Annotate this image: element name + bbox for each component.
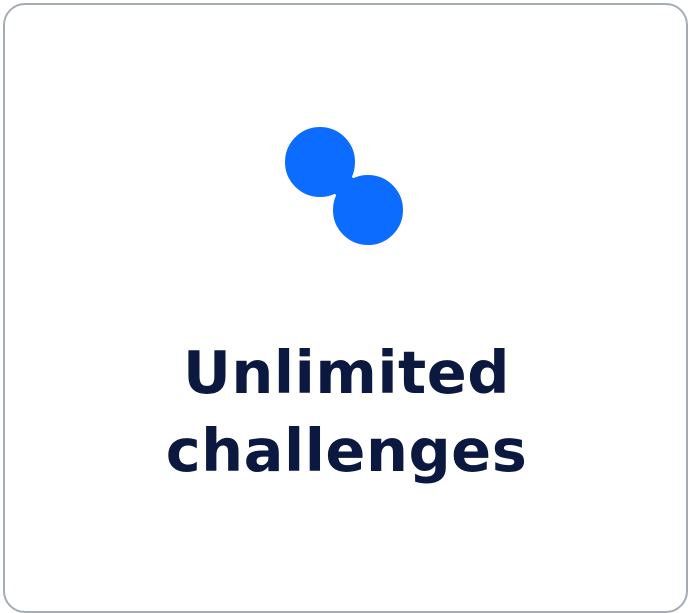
feature-title-line-1: Unlimited xyxy=(182,338,510,407)
infinity-link-icon xyxy=(277,119,417,254)
feature-card xyxy=(3,3,688,613)
feature-title: Unlimited challenges xyxy=(0,334,693,490)
feature-title-line-2: challenges xyxy=(165,416,528,485)
